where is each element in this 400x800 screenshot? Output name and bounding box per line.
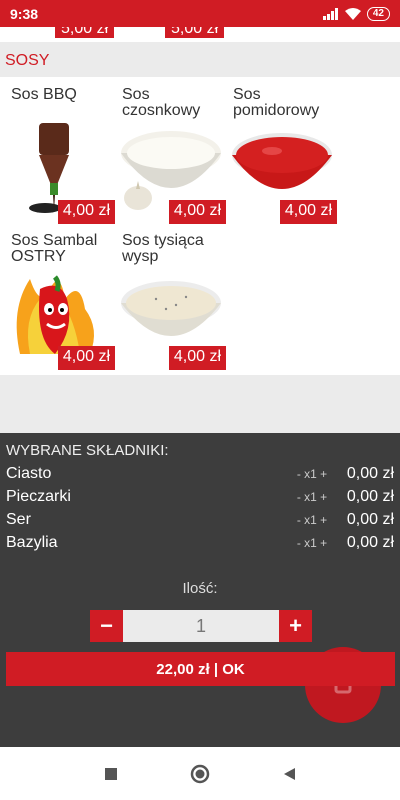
previous-section-partial: 5,00 zł 5,00 zł bbox=[0, 27, 400, 42]
ingredient-qty-control[interactable]: - x1 + bbox=[290, 513, 334, 527]
signal-icon bbox=[322, 7, 338, 20]
android-nav-bar bbox=[0, 747, 400, 800]
quantity-input[interactable]: 1 bbox=[123, 610, 279, 642]
ingredient-name: Pieczarki bbox=[6, 488, 71, 505]
battery-indicator: 42 bbox=[366, 6, 390, 21]
product-card-garlic[interactable]: Sos czosnkowy 4,00 zł bbox=[116, 79, 226, 224]
product-grid: Sos BBQ 4,00 zł Sos czosnkowy 4,00 zł So… bbox=[0, 77, 400, 375]
panel-title: WYBRANE SKŁADNIKI: bbox=[6, 442, 169, 459]
ingredient-price: 0,00 zł bbox=[346, 534, 394, 551]
price-tag: 5,00 zł bbox=[55, 27, 115, 38]
selected-ingredients-panel: WYBRANE SKŁADNIKI: Ciasto - x1 + 0,00 zł… bbox=[0, 433, 400, 747]
product-card-bbq[interactable]: Sos BBQ 4,00 zł bbox=[5, 79, 115, 224]
price-tag: 4,00 zł bbox=[168, 200, 226, 224]
ingredient-row: Ciasto - x1 + 0,00 zł bbox=[6, 462, 394, 486]
decrease-button[interactable]: − bbox=[90, 610, 123, 642]
ingredient-qty-control[interactable]: - x1 + bbox=[290, 467, 334, 481]
ingredient-row: Bazylia - x1 + 0,00 zł bbox=[6, 531, 394, 555]
ingredient-qty-control[interactable]: - x1 + bbox=[290, 536, 334, 550]
price-tag: 4,00 zł bbox=[57, 200, 115, 224]
status-time: 9:38 bbox=[10, 5, 39, 22]
ingredient-name: Ser bbox=[6, 511, 31, 528]
ingredient-price: 0,00 zł bbox=[346, 465, 394, 482]
section-header: SOSY bbox=[0, 42, 400, 77]
product-card-thousand-island[interactable]: Sos tysiąca wysp 4,00 zł bbox=[116, 225, 226, 370]
quantity-stepper: − 1 + bbox=[90, 610, 312, 642]
price-tag: 4,00 zł bbox=[168, 346, 226, 370]
status-bar: 9:38 42 bbox=[0, 0, 400, 27]
ingredient-name: Ciasto bbox=[6, 465, 52, 482]
home-circle-icon[interactable] bbox=[189, 763, 211, 785]
quantity-label: Ilość: bbox=[182, 580, 218, 597]
price-tag: 4,00 zł bbox=[279, 200, 337, 224]
wifi-icon bbox=[344, 7, 361, 20]
price-tag: 4,00 zł bbox=[57, 346, 115, 370]
price-tag: 5,00 zł bbox=[165, 27, 225, 38]
ingredient-qty-control[interactable]: - x1 + bbox=[290, 490, 334, 504]
status-icons: 42 bbox=[322, 6, 390, 21]
back-triangle-icon[interactable] bbox=[281, 766, 297, 782]
ingredient-row: Ser - x1 + 0,00 zł bbox=[6, 508, 394, 532]
confirm-order-button[interactable]: 22,00 zł | OK bbox=[6, 652, 395, 686]
ingredient-row: Pieczarki - x1 + 0,00 zł bbox=[6, 485, 394, 509]
product-card-tomato[interactable]: Sos pomidorowy 4,00 zł bbox=[227, 79, 337, 224]
recents-square-icon[interactable] bbox=[103, 766, 119, 782]
ingredient-name: Bazylia bbox=[6, 534, 58, 551]
spacer bbox=[0, 375, 400, 433]
ingredient-price: 0,00 zł bbox=[346, 511, 394, 528]
product-card-sambal[interactable]: Sos Sambal OSTRY 4,00 zł bbox=[5, 225, 115, 370]
ingredient-price: 0,00 zł bbox=[346, 488, 394, 505]
increase-button[interactable]: + bbox=[279, 610, 312, 642]
